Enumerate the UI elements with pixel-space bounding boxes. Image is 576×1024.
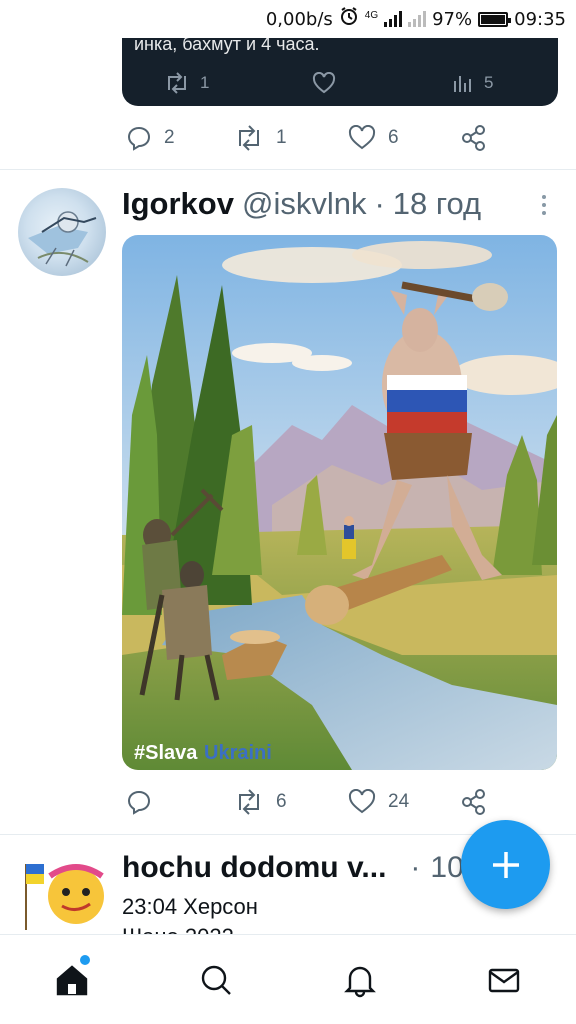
alarm-icon <box>339 6 359 32</box>
next-tweet-text: 23:04 Херсон <box>122 894 258 919</box>
author-handle[interactable]: @iskvlnk <box>242 186 366 222</box>
tweet-image[interactable]: #Slava Ukraini <box>122 235 557 770</box>
next-tweet-header: hochu dodomu v... · 10 <box>122 846 464 890</box>
image-caption-part1: #Slava <box>134 742 198 764</box>
tweet-retweet-count: 6 <box>276 791 287 812</box>
signal-icon <box>384 11 403 27</box>
battery-icon <box>478 11 512 27</box>
tweet-actions: 6 24 <box>122 782 562 822</box>
messages-icon[interactable] <box>474 955 534 1005</box>
tweet-reply-button[interactable] <box>126 782 152 822</box>
like-button[interactable]: 6 <box>348 118 399 158</box>
network-speed: 0,00b/s <box>265 8 333 30</box>
quoted-views-count: 5 <box>484 73 494 92</box>
home-icon[interactable] <box>42 955 102 1005</box>
image-caption-part2: Ukraini <box>204 742 272 764</box>
signal-2-icon <box>408 11 427 27</box>
tweet-header: Igorkov @iskvlnk · 18 год <box>122 182 481 226</box>
divider <box>0 169 576 170</box>
quoted-like-button[interactable] <box>312 72 336 94</box>
prev-tweet-actions: 2 1 6 <box>122 118 562 158</box>
status-bar: 0,00b/s 4G 97% 09:35 <box>0 0 576 38</box>
battery-percent: 97% <box>432 8 473 30</box>
tweet-retweet-button[interactable]: 6 <box>234 782 287 822</box>
reply-button[interactable]: 2 <box>126 118 175 158</box>
compose-tweet-button[interactable] <box>461 820 550 909</box>
tweet-time[interactable]: 18 год <box>393 186 481 222</box>
search-icon[interactable] <box>186 955 246 1005</box>
quoted-retweet-count: 1 <box>200 73 210 92</box>
tweet-like-count: 24 <box>388 791 410 812</box>
plus-icon <box>492 851 519 878</box>
next-author-name[interactable]: hochu dodomu v... <box>122 851 386 885</box>
tweet-like-button[interactable]: 24 <box>348 782 409 822</box>
network-type: 4G <box>364 10 379 21</box>
reply-count: 2 <box>164 127 175 148</box>
more-options-icon[interactable] <box>534 192 554 218</box>
avatar[interactable] <box>18 188 106 276</box>
new-content-dot <box>80 955 90 965</box>
quoted-views-button[interactable]: 5 <box>452 72 493 94</box>
quoted-retweet-button[interactable]: 1 <box>164 72 209 94</box>
separator-dot-2: · <box>410 851 421 884</box>
bottom-nav <box>0 934 576 1024</box>
retweet-count: 1 <box>276 127 287 148</box>
next-tweet-time[interactable]: 10 <box>430 851 463 885</box>
avatar-2[interactable] <box>18 854 106 934</box>
tweet-share-button[interactable] <box>460 782 488 822</box>
quoted-tweet-card[interactable]: инка, бахмут и 4 часа. 1 5 <box>122 30 558 106</box>
clock: 09:35 <box>514 8 566 30</box>
notifications-icon[interactable] <box>330 955 390 1005</box>
like-count: 6 <box>388 127 399 148</box>
separator-dot: · <box>374 186 385 221</box>
next-tweet-text-2: Шано 2022 <box>122 924 234 934</box>
quoted-tweet-actions: 1 5 <box>122 66 558 100</box>
author-name[interactable]: Igorkov <box>122 186 234 222</box>
share-button[interactable] <box>460 118 488 158</box>
retweet-button[interactable]: 1 <box>234 118 287 158</box>
